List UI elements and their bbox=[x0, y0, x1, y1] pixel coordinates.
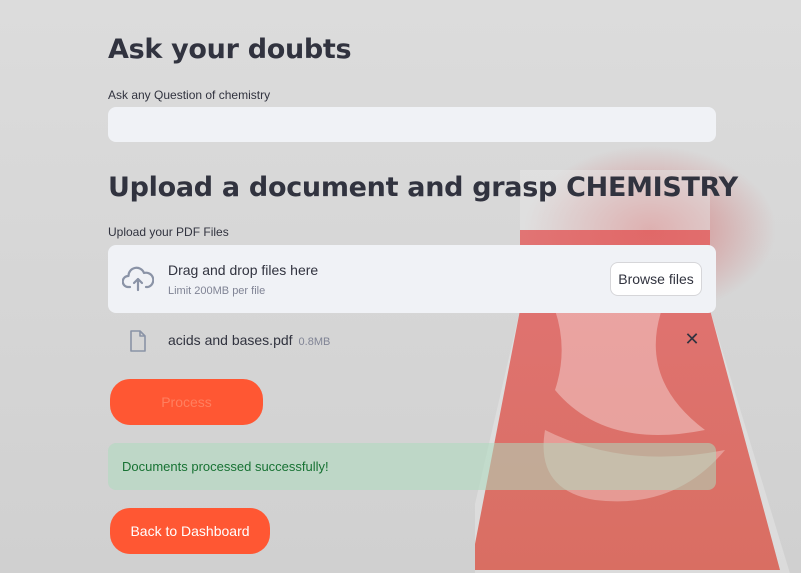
uploaded-file-item: acids and bases.pdf 0.8MB ✕ bbox=[108, 325, 716, 355]
file-name-line: acids and bases.pdf 0.8MB bbox=[168, 332, 330, 348]
dropzone-limit: Limit 200MB per file bbox=[168, 285, 266, 297]
file-icon bbox=[130, 330, 146, 352]
file-size: 0.8MB bbox=[298, 336, 331, 348]
process-button[interactable]: Process bbox=[110, 379, 263, 425]
success-message: Documents processed successfully! bbox=[122, 459, 329, 474]
upload-heading: Upload a document and grasp CHEMISTRY bbox=[108, 172, 738, 203]
close-icon: ✕ bbox=[684, 329, 700, 350]
file-name: acids and bases.pdf bbox=[168, 332, 293, 348]
browse-files-button[interactable]: Browse files bbox=[610, 262, 702, 296]
ask-doubts-heading: Ask your doubts bbox=[108, 34, 352, 65]
back-to-dashboard-button[interactable]: Back to Dashboard bbox=[110, 508, 270, 554]
main-content: Ask your doubts Ask any Question of chem… bbox=[0, 0, 801, 573]
upload-label: Upload your PDF Files bbox=[108, 225, 229, 239]
dropzone-title: Drag and drop files here bbox=[168, 262, 319, 278]
cloud-upload-icon bbox=[122, 266, 154, 292]
question-label: Ask any Question of chemistry bbox=[108, 88, 271, 102]
remove-file-button[interactable]: ✕ bbox=[682, 330, 702, 350]
success-alert: Documents processed successfully! bbox=[108, 443, 716, 490]
question-input[interactable] bbox=[108, 107, 716, 142]
file-dropzone[interactable]: Drag and drop files here Limit 200MB per… bbox=[108, 245, 716, 313]
